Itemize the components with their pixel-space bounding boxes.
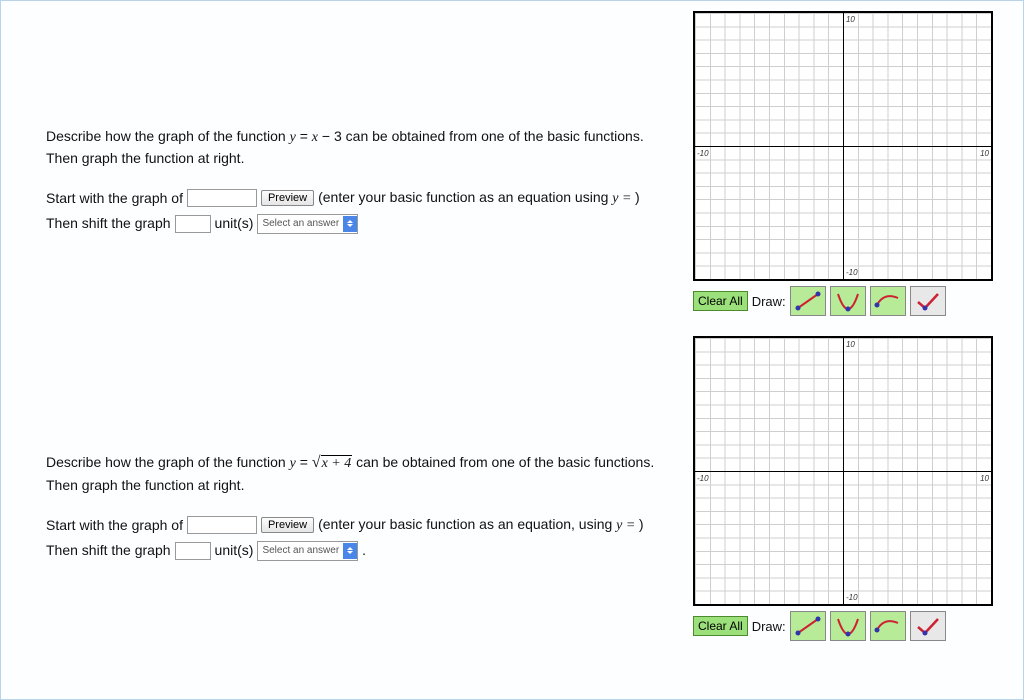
tool-line[interactable] (790, 611, 826, 641)
tool-curve[interactable] (870, 611, 906, 641)
x-min-label: -10 (697, 474, 709, 483)
prompt-1: Describe how the graph of the function y… (46, 126, 678, 169)
y-max-label: 10 (846, 15, 855, 24)
eq-lhs: y (290, 456, 296, 471)
eq-x: x (312, 130, 318, 145)
row-shift-2: Then shift the graph unit(s) Select an a… (46, 540, 678, 561)
y-axis (843, 338, 844, 604)
preview-button[interactable]: Preview (261, 517, 314, 533)
sqrt-icon: √ (312, 454, 321, 471)
row-shift-1: Then shift the graph unit(s) Select an a… (46, 213, 678, 234)
curve-icon (874, 290, 902, 312)
select-caret-icon (343, 216, 357, 232)
direction-select[interactable]: Select an answer (257, 541, 358, 561)
draw-label: Draw: (752, 619, 786, 634)
units-label: unit(s) (215, 213, 254, 234)
y-axis (843, 13, 844, 279)
check-icon (914, 290, 942, 312)
check-icon (914, 615, 942, 637)
coordinate-grid[interactable]: 10 -10 -10 10 (693, 11, 993, 281)
y-max-label: 10 (846, 340, 855, 349)
tool-line[interactable] (790, 286, 826, 316)
problem-1-text: Describe how the graph of the function y… (46, 11, 678, 238)
prompt-pre: Describe how the graph of the function (46, 454, 290, 470)
tool-check[interactable] (910, 286, 946, 316)
clear-all-button[interactable]: Clear All (693, 291, 748, 311)
tool-parabola[interactable] (830, 286, 866, 316)
basic-hint: (enter your basic function as an equatio… (318, 514, 643, 536)
basic-function-input[interactable] (187, 189, 257, 207)
y-min-label: -10 (846, 268, 858, 277)
curve-icon (874, 615, 902, 637)
problem-1: Describe how the graph of the function y… (46, 11, 1003, 316)
draw-label: Draw: (752, 294, 786, 309)
line-segment-icon (794, 290, 822, 312)
eq-op: − (322, 128, 334, 144)
select-placeholder: Select an answer (262, 543, 339, 558)
x-min-label: -10 (697, 149, 709, 158)
problem-2: Describe how the graph of the function y… (46, 336, 1003, 641)
select-caret-icon (343, 543, 357, 559)
units-label: unit(s) (215, 540, 254, 561)
label-then-shift: Then shift the graph (46, 213, 171, 234)
basic-hint: (enter your basic function as an equatio… (318, 187, 640, 209)
eq-equals: = (300, 454, 312, 470)
problem-2-text: Describe how the graph of the function y… (46, 336, 678, 565)
line-segment-icon (794, 615, 822, 637)
clear-all-button[interactable]: Clear All (693, 616, 748, 636)
x-max-label: 10 (980, 149, 989, 158)
sqrt-expression: √x + 4 (312, 456, 352, 471)
row-basic-1: Start with the graph of Preview (enter y… (46, 187, 678, 209)
x-max-label: 10 (980, 474, 989, 483)
graph-panel-1: 10 -10 -10 10 Clear All Draw: (693, 11, 1003, 316)
label-start-with: Start with the graph of (46, 515, 183, 536)
eq-lhs: y (290, 130, 296, 145)
basic-function-input[interactable] (187, 516, 257, 534)
tool-check[interactable] (910, 611, 946, 641)
units-input[interactable] (175, 215, 211, 233)
coordinate-grid[interactable]: 10 -10 -10 10 (693, 336, 993, 606)
select-placeholder: Select an answer (262, 216, 339, 231)
parabola-icon (834, 615, 862, 637)
eq-equals: = (300, 128, 312, 144)
question-page: Describe how the graph of the function y… (0, 0, 1024, 700)
parabola-icon (834, 290, 862, 312)
preview-button[interactable]: Preview (261, 190, 314, 206)
tool-parabola[interactable] (830, 611, 866, 641)
label-then-shift: Then shift the graph (46, 540, 171, 561)
row-basic-2: Start with the graph of Preview (enter y… (46, 514, 678, 536)
label-start-with: Start with the graph of (46, 188, 183, 209)
graph-toolbar-2: Clear All Draw: (693, 611, 946, 641)
eq-const: 3 (334, 128, 342, 144)
units-input[interactable] (175, 542, 211, 560)
graph-panel-2: 10 -10 -10 10 Clear All Draw: (693, 336, 1003, 641)
trailing-period: . (362, 540, 366, 561)
y-min-label: -10 (846, 593, 858, 602)
graph-toolbar-1: Clear All Draw: (693, 286, 946, 316)
tool-curve[interactable] (870, 286, 906, 316)
prompt-2: Describe how the graph of the function y… (46, 451, 678, 496)
prompt-pre: Describe how the graph of the function (46, 128, 290, 144)
direction-select[interactable]: Select an answer (257, 214, 358, 234)
